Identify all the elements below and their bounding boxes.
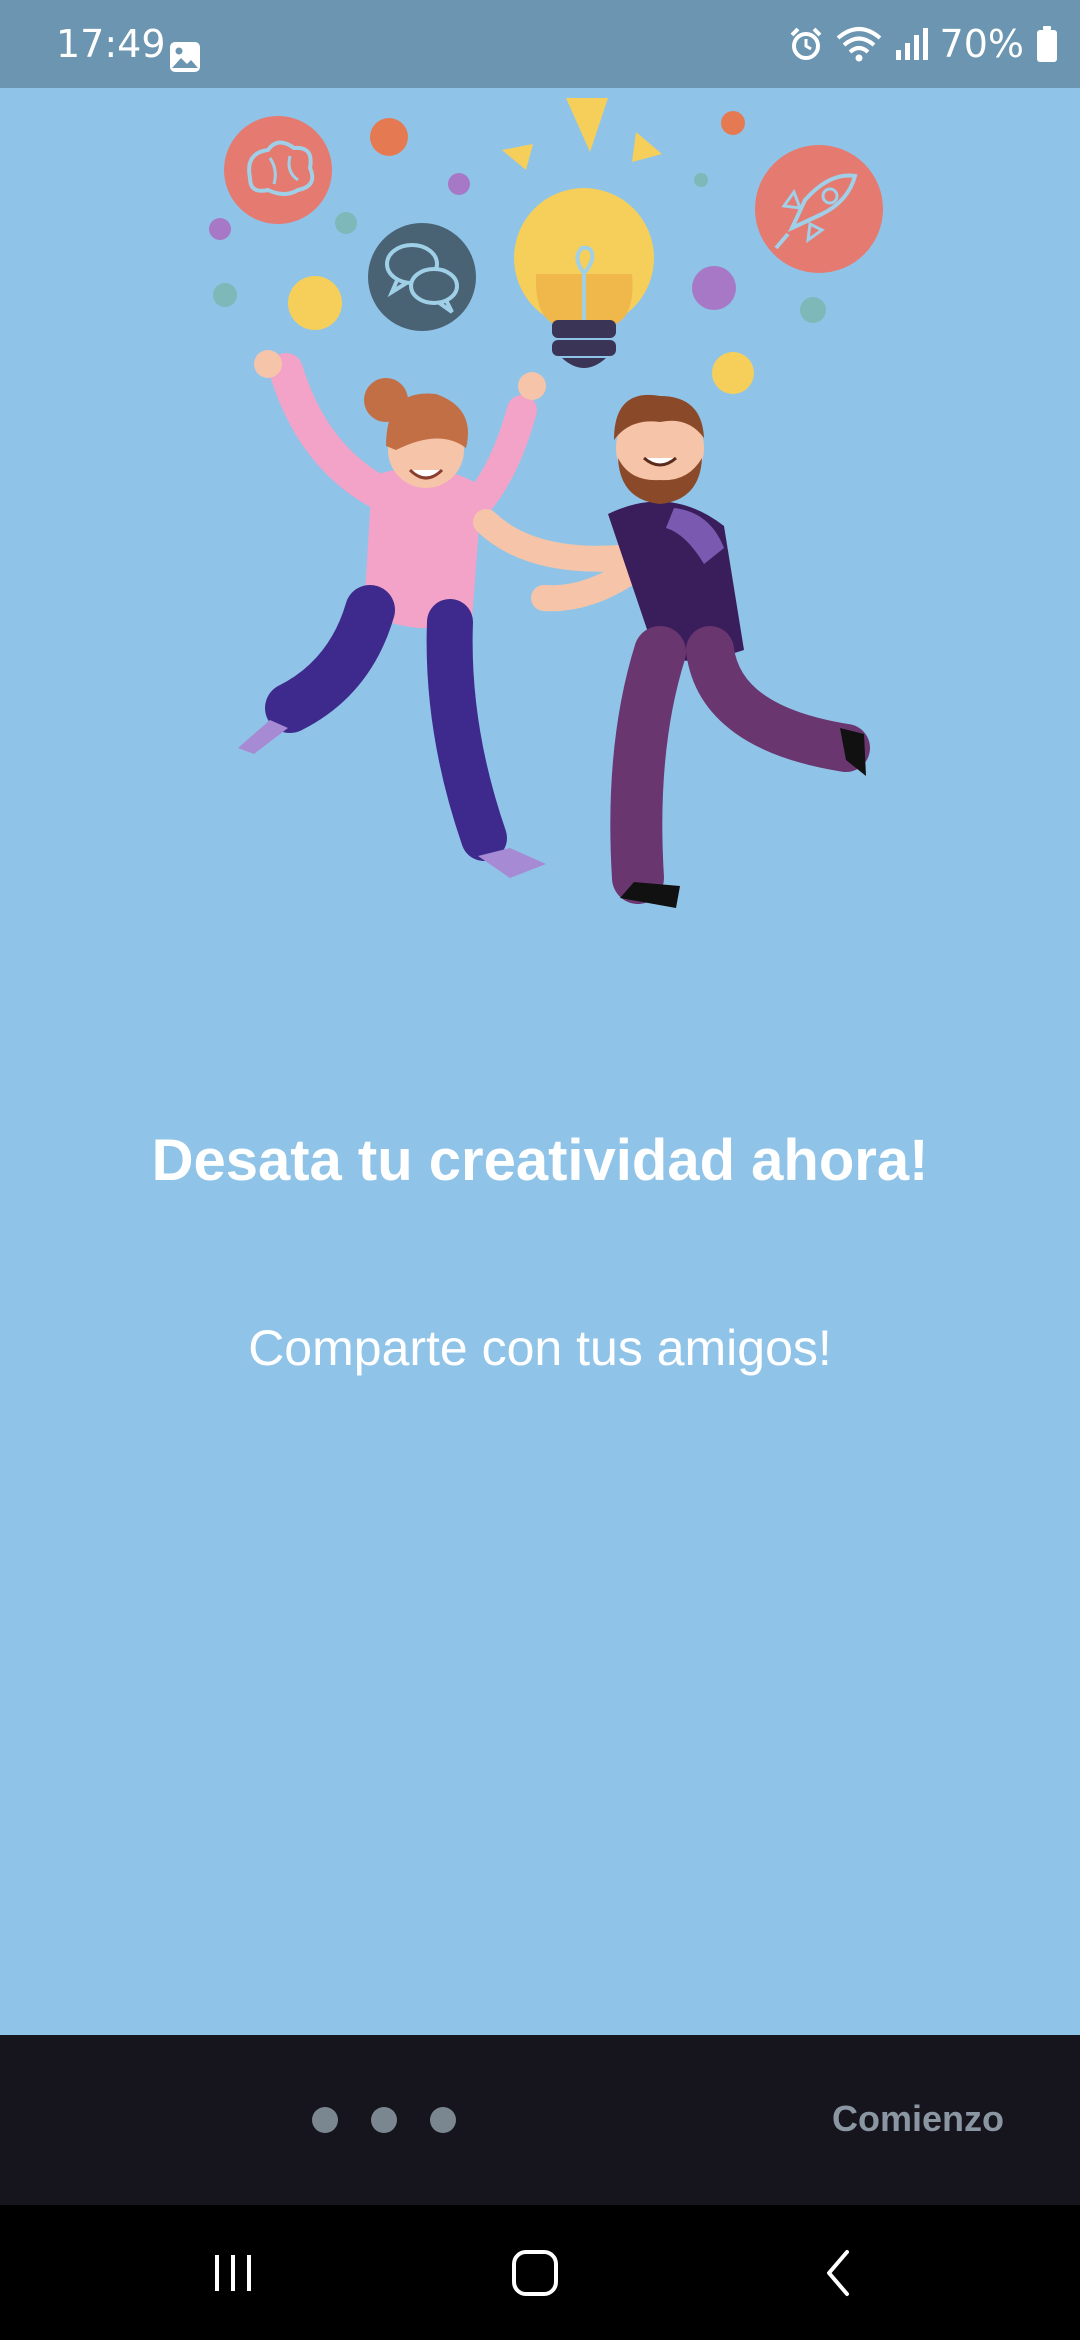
onboarding-title: Desata tu creatividad ahora!	[151, 1128, 929, 1193]
home-icon	[512, 2249, 558, 2296]
page-indicator-dot-2[interactable]	[371, 2107, 397, 2133]
page-indicator	[312, 2107, 456, 2133]
onboarding-page: Desata tu creatividad ahora! Comparte co…	[0, 88, 1080, 2035]
status-icons: 70%	[788, 20, 1058, 68]
battery-percentage: 70%	[939, 22, 1024, 66]
chat-icon	[368, 223, 476, 331]
page-indicator-dot-1[interactable]	[312, 2107, 338, 2133]
recents-button[interactable]	[153, 2205, 313, 2340]
onboarding-subtitle: Comparte con tus amigos!	[248, 1320, 832, 1376]
home-button[interactable]	[455, 2205, 615, 2340]
signal-icon	[895, 28, 928, 60]
system-navigation-bar	[0, 2205, 1080, 2340]
lightbulb-icon	[502, 98, 662, 368]
status-time: 17:49	[56, 22, 166, 66]
rocket-icon	[755, 145, 883, 273]
battery-icon	[1037, 26, 1057, 62]
alarm-icon	[790, 27, 821, 60]
back-button[interactable]	[758, 2205, 918, 2340]
woman-figure	[238, 350, 546, 878]
wifi-icon	[836, 27, 881, 62]
page-indicator-dot-3[interactable]	[430, 2107, 456, 2133]
start-button[interactable]: Comienzo	[832, 2089, 1004, 2149]
recents-icon	[215, 2254, 251, 2291]
onboarding-bottom-bar: Comienzo	[0, 2035, 1080, 2205]
back-icon	[827, 2249, 849, 2296]
brain-icon	[224, 116, 332, 224]
man-figure	[473, 394, 870, 908]
gallery-icon	[170, 42, 200, 72]
status-bar: 17:49 70%	[0, 0, 1080, 88]
onboarding-illustration	[209, 98, 883, 908]
